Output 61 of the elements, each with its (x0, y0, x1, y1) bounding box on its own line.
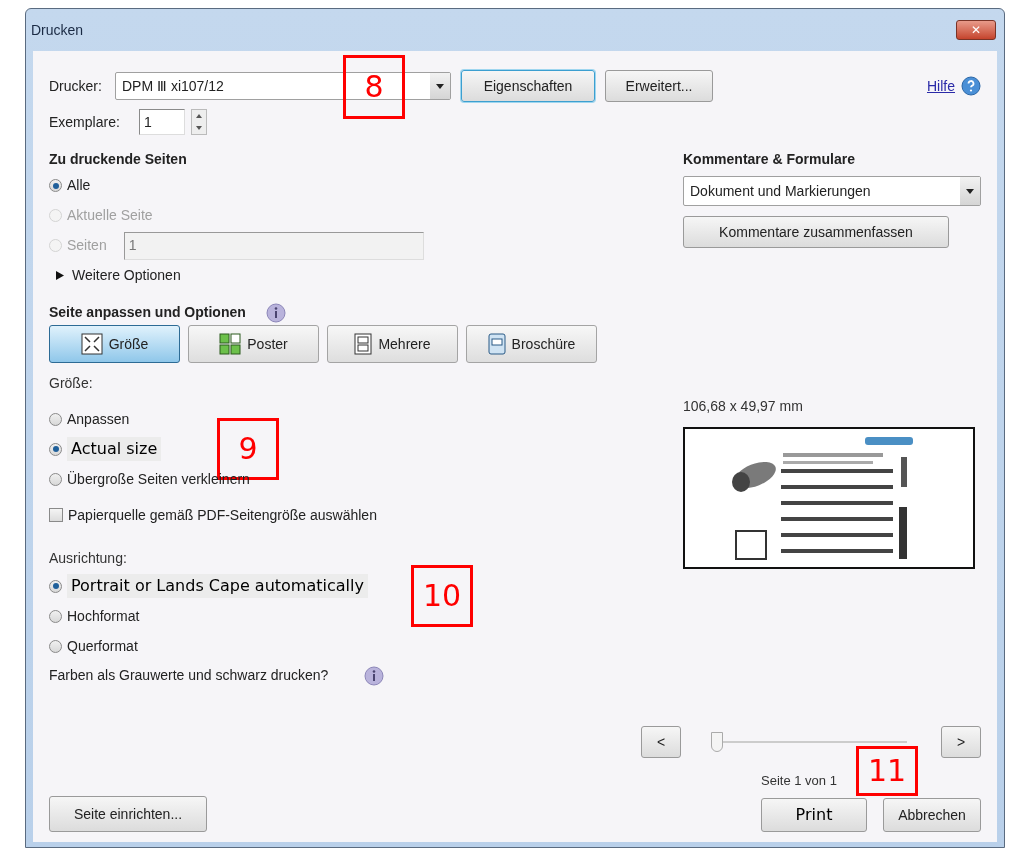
radio-button[interactable] (49, 472, 62, 486)
radio-label: Querformat (67, 636, 138, 656)
checkbox-label: Papierquelle gemäß PDF-Seitengröße auswählen (68, 505, 377, 525)
copies-label: Exemplare: (49, 112, 121, 132)
printer-label: Drucker: (49, 76, 103, 96)
grayscale-label: Farben als Grauwerte und schwarz drucken? (49, 666, 329, 685)
summarize-comments-button[interactable]: Kommentare zusammenfassen (683, 216, 949, 248)
copies-field[interactable]: 1 (139, 109, 185, 135)
print-button[interactable]: Print (761, 798, 867, 832)
resize-icon (80, 333, 103, 355)
mode-tab[interactable]: Broschüre (466, 325, 597, 363)
section-heading: Kommentare & Formulare (683, 150, 856, 169)
radio-label: Aktuelle Seite (67, 206, 153, 225)
previous-page-button[interactable]: < (641, 726, 681, 758)
radio-label: Portrait or Lands Cape automatically (67, 574, 368, 598)
radio-button[interactable] (49, 639, 62, 653)
radio-button[interactable] (49, 579, 62, 593)
size-label: Größe: (49, 374, 94, 393)
info-icon[interactable] (265, 302, 286, 323)
radio-label: Actual size (67, 437, 162, 461)
more-options-toggle[interactable]: Weitere Optionen (72, 264, 181, 286)
radio-label: Alle (67, 176, 91, 195)
cancel-button[interactable]: Abbrechen (883, 798, 981, 832)
help-icon[interactable] (961, 76, 981, 96)
callout-label: 8 (343, 55, 405, 119)
window-title: Drucken (31, 20, 84, 40)
slider-thumb[interactable] (711, 732, 723, 752)
radio-button[interactable] (49, 412, 62, 426)
page-setup-button[interactable]: Seite einrichten... (49, 796, 207, 832)
info-icon[interactable] (364, 665, 385, 686)
radio-label: Seiten (67, 236, 107, 255)
page-slider[interactable] (711, 730, 907, 754)
mode-tab[interactable]: Größe (49, 325, 180, 363)
radio-label: Anpassen (67, 409, 130, 429)
orientation-label: Ausrichtung: (49, 549, 128, 568)
expand-icon[interactable] (56, 270, 64, 280)
comments-dropdown[interactable]: Dokument und Markierungen (683, 176, 981, 206)
mode-tab[interactable]: Mehrere (327, 325, 458, 363)
page-indicator: Seite 1 von 1 (761, 772, 837, 791)
section-heading: Seite anpassen und Optionen (49, 303, 246, 322)
next-page-button[interactable]: > (941, 726, 981, 758)
mode-tab[interactable]: Poster (188, 325, 319, 363)
advanced-button[interactable]: Erweitert... (605, 70, 713, 102)
page-dimensions: 106,68 x 49,97 mm (683, 397, 804, 416)
dropdown-caret-icon (966, 188, 974, 194)
help-link[interactable]: Hilfe (927, 75, 955, 97)
callout-label: 11 (856, 746, 918, 796)
pages-icon (354, 333, 373, 355)
radio-label: Hochformat (67, 606, 140, 626)
radio-button[interactable] (49, 609, 62, 623)
radio-button[interactable] (49, 442, 62, 456)
booklet-icon (487, 333, 506, 355)
dropdown-caret-icon (436, 83, 444, 89)
callout-label: 10 (411, 565, 473, 627)
properties-button[interactable]: Eigenschaften (461, 70, 595, 102)
section-heading: Zu druckende Seiten (49, 150, 188, 169)
copies-spinner[interactable] (191, 109, 207, 135)
radio-button[interactable] (49, 179, 62, 192)
radio-label: Übergroße Seiten verkleinern (67, 469, 250, 489)
checkbox[interactable] (49, 508, 63, 522)
tiles-icon (219, 333, 242, 355)
